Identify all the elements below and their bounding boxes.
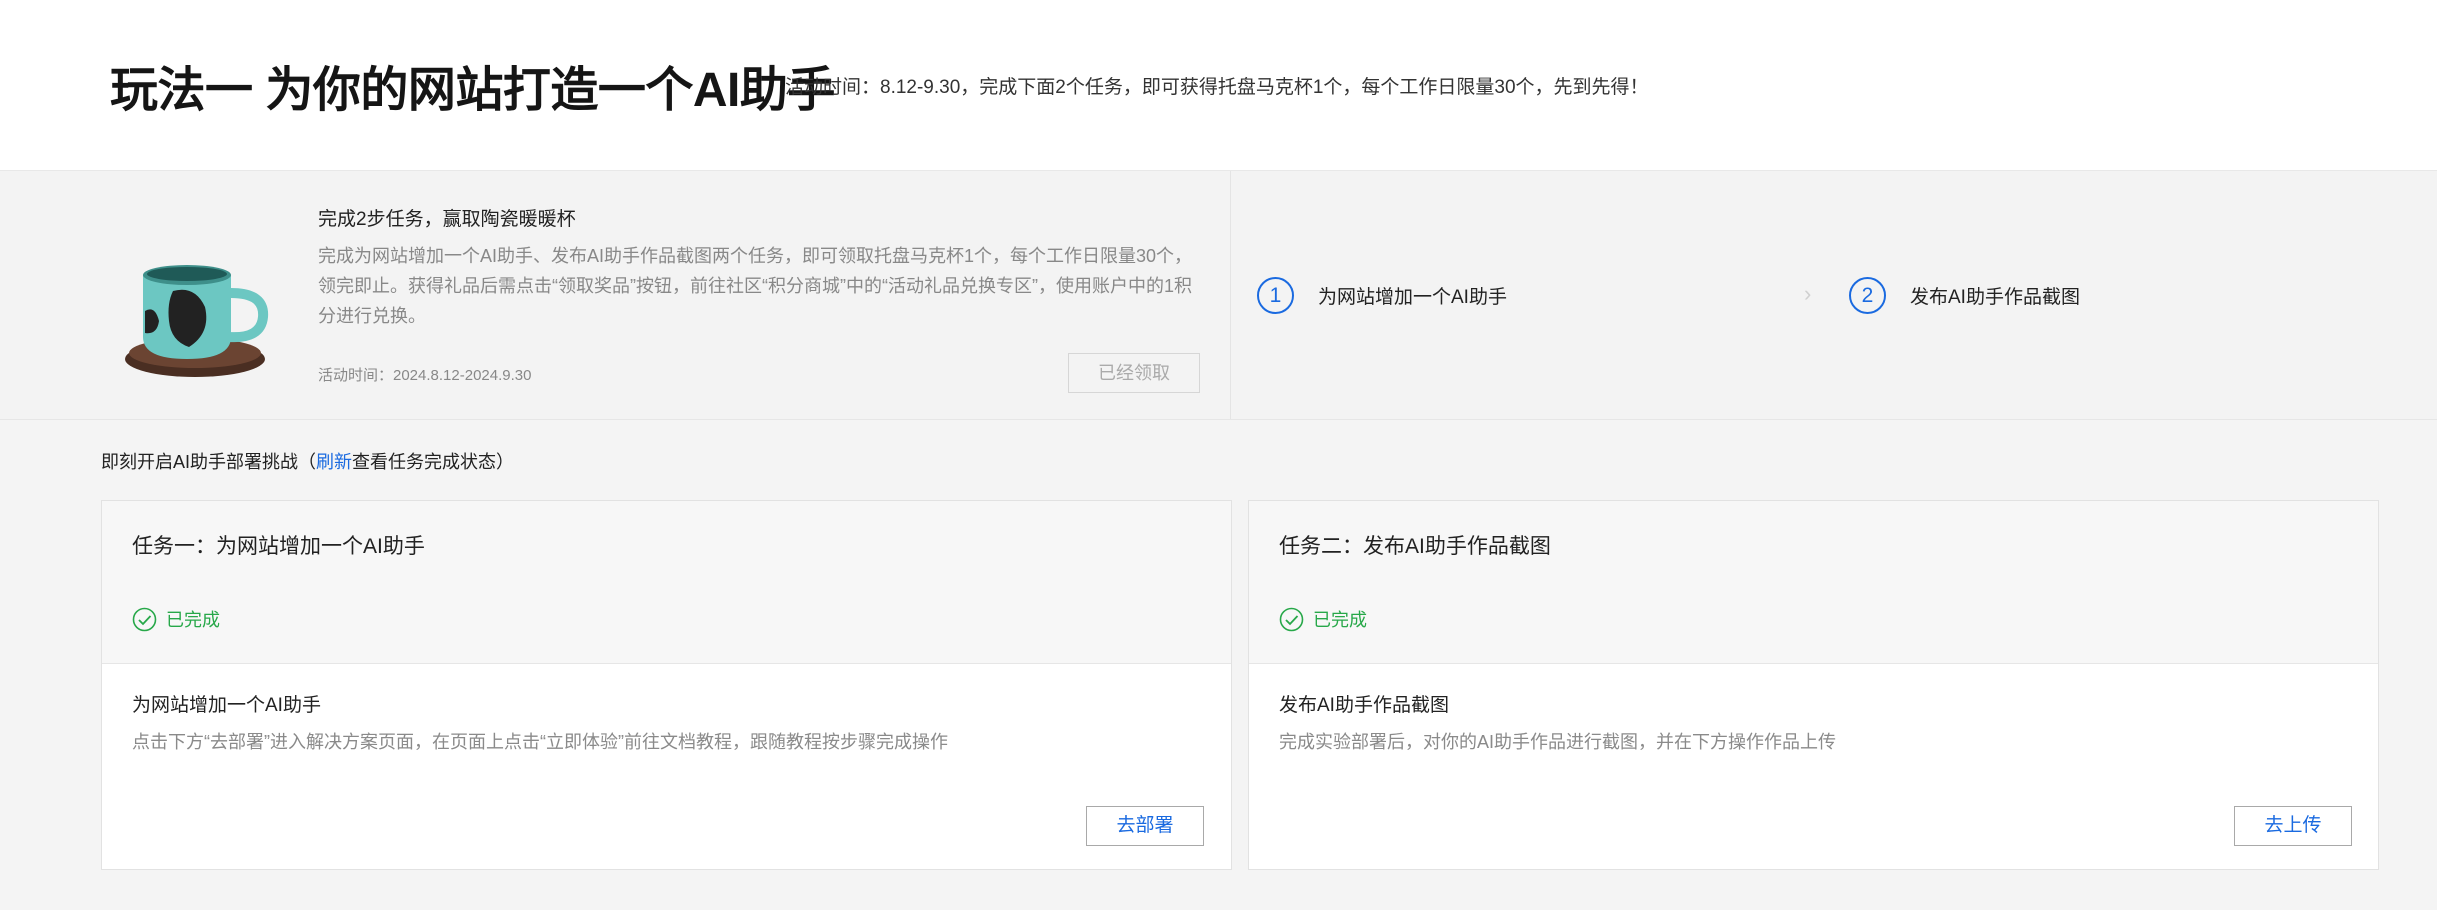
task-status: 已完成: [132, 606, 220, 632]
page-title: 玩法一 为你的网站打造一个AI助手: [110, 64, 835, 117]
challenge-prefix: 即刻开启AI助手部署挑战（: [101, 452, 317, 472]
step-number: 2: [1849, 277, 1886, 314]
challenge-suffix: 查看任务完成状态）: [352, 452, 515, 472]
promo-title: 完成2步任务，赢取陶瓷暖暖杯: [318, 209, 576, 230]
check-circle-icon: [132, 607, 157, 631]
task-description: 完成实验部署后，对你的AI助手作品进行截图，并在下方操作作品上传: [1279, 732, 1837, 752]
task-subtitle: 为网站增加一个AI助手: [132, 695, 321, 716]
task-subtitle: 发布AI助手作品截图: [1279, 695, 1449, 716]
task-status: 已完成: [1279, 606, 1367, 632]
challenge-heading: 即刻开启AI助手部署挑战（刷新查看任务完成状态）: [101, 448, 514, 474]
deploy-button[interactable]: 去部署: [1086, 806, 1204, 846]
task-status-label: 已完成: [1313, 610, 1367, 630]
promo-time: 活动时间：2024.8.12-2024.9.30: [318, 367, 532, 384]
refresh-link[interactable]: 刷新: [316, 452, 352, 472]
check-circle-icon: [1279, 607, 1304, 631]
chevron-right-icon: ›: [1804, 281, 1812, 306]
promo-info-panel: 完成2步任务，赢取陶瓷暖暖杯 完成为网站增加一个AI助手、发布AI助手作品截图两…: [0, 171, 1231, 419]
task-title: 任务一：为网站增加一个AI助手: [132, 535, 425, 558]
claimed-button[interactable]: 已经领取: [1068, 353, 1200, 393]
page-header: 玩法一 为你的网站打造一个AI助手 活动时间：8.12-9.30，完成下面2个任…: [0, 0, 2437, 171]
activity-info: 活动时间：8.12-9.30，完成下面2个任务，即可获得托盘马克杯1个，每个工作…: [785, 77, 1649, 98]
task-status-label: 已完成: [166, 610, 220, 630]
task-description: 点击下方“去部署”进入解决方案页面，在页面上点击“立即体验”前往文档教程，跟随教…: [132, 732, 948, 752]
step-2: 2 发布AI助手作品截图: [1849, 277, 2080, 314]
step-label: 发布AI助手作品截图: [1910, 287, 2080, 308]
task-header: 任务一：为网站增加一个AI助手 已完成: [102, 501, 1231, 664]
promo-banner: 完成2步任务，赢取陶瓷暖暖杯 完成为网站增加一个AI助手、发布AI助手作品截图两…: [0, 171, 2437, 420]
step-1: 1 为网站增加一个AI助手: [1257, 277, 1507, 314]
task-title: 任务二：发布AI助手作品截图: [1279, 535, 1551, 558]
task-card-2: 任务二：发布AI助手作品截图 已完成 发布AI助手作品截图 完成实验部署后，对你…: [1248, 500, 2379, 870]
mug-image: [125, 265, 269, 377]
task-card-1: 任务一：为网站增加一个AI助手 已完成 为网站增加一个AI助手 点击下方“去部署…: [101, 500, 1232, 870]
promo-description: 完成为网站增加一个AI助手、发布AI助手作品截图两个任务，即可领取托盘马克杯1个…: [318, 246, 1193, 326]
step-number: 1: [1257, 277, 1294, 314]
upload-button[interactable]: 去上传: [2234, 806, 2352, 846]
task-header: 任务二：发布AI助手作品截图 已完成: [1249, 501, 2378, 664]
step-label: 为网站增加一个AI助手: [1318, 287, 1507, 308]
